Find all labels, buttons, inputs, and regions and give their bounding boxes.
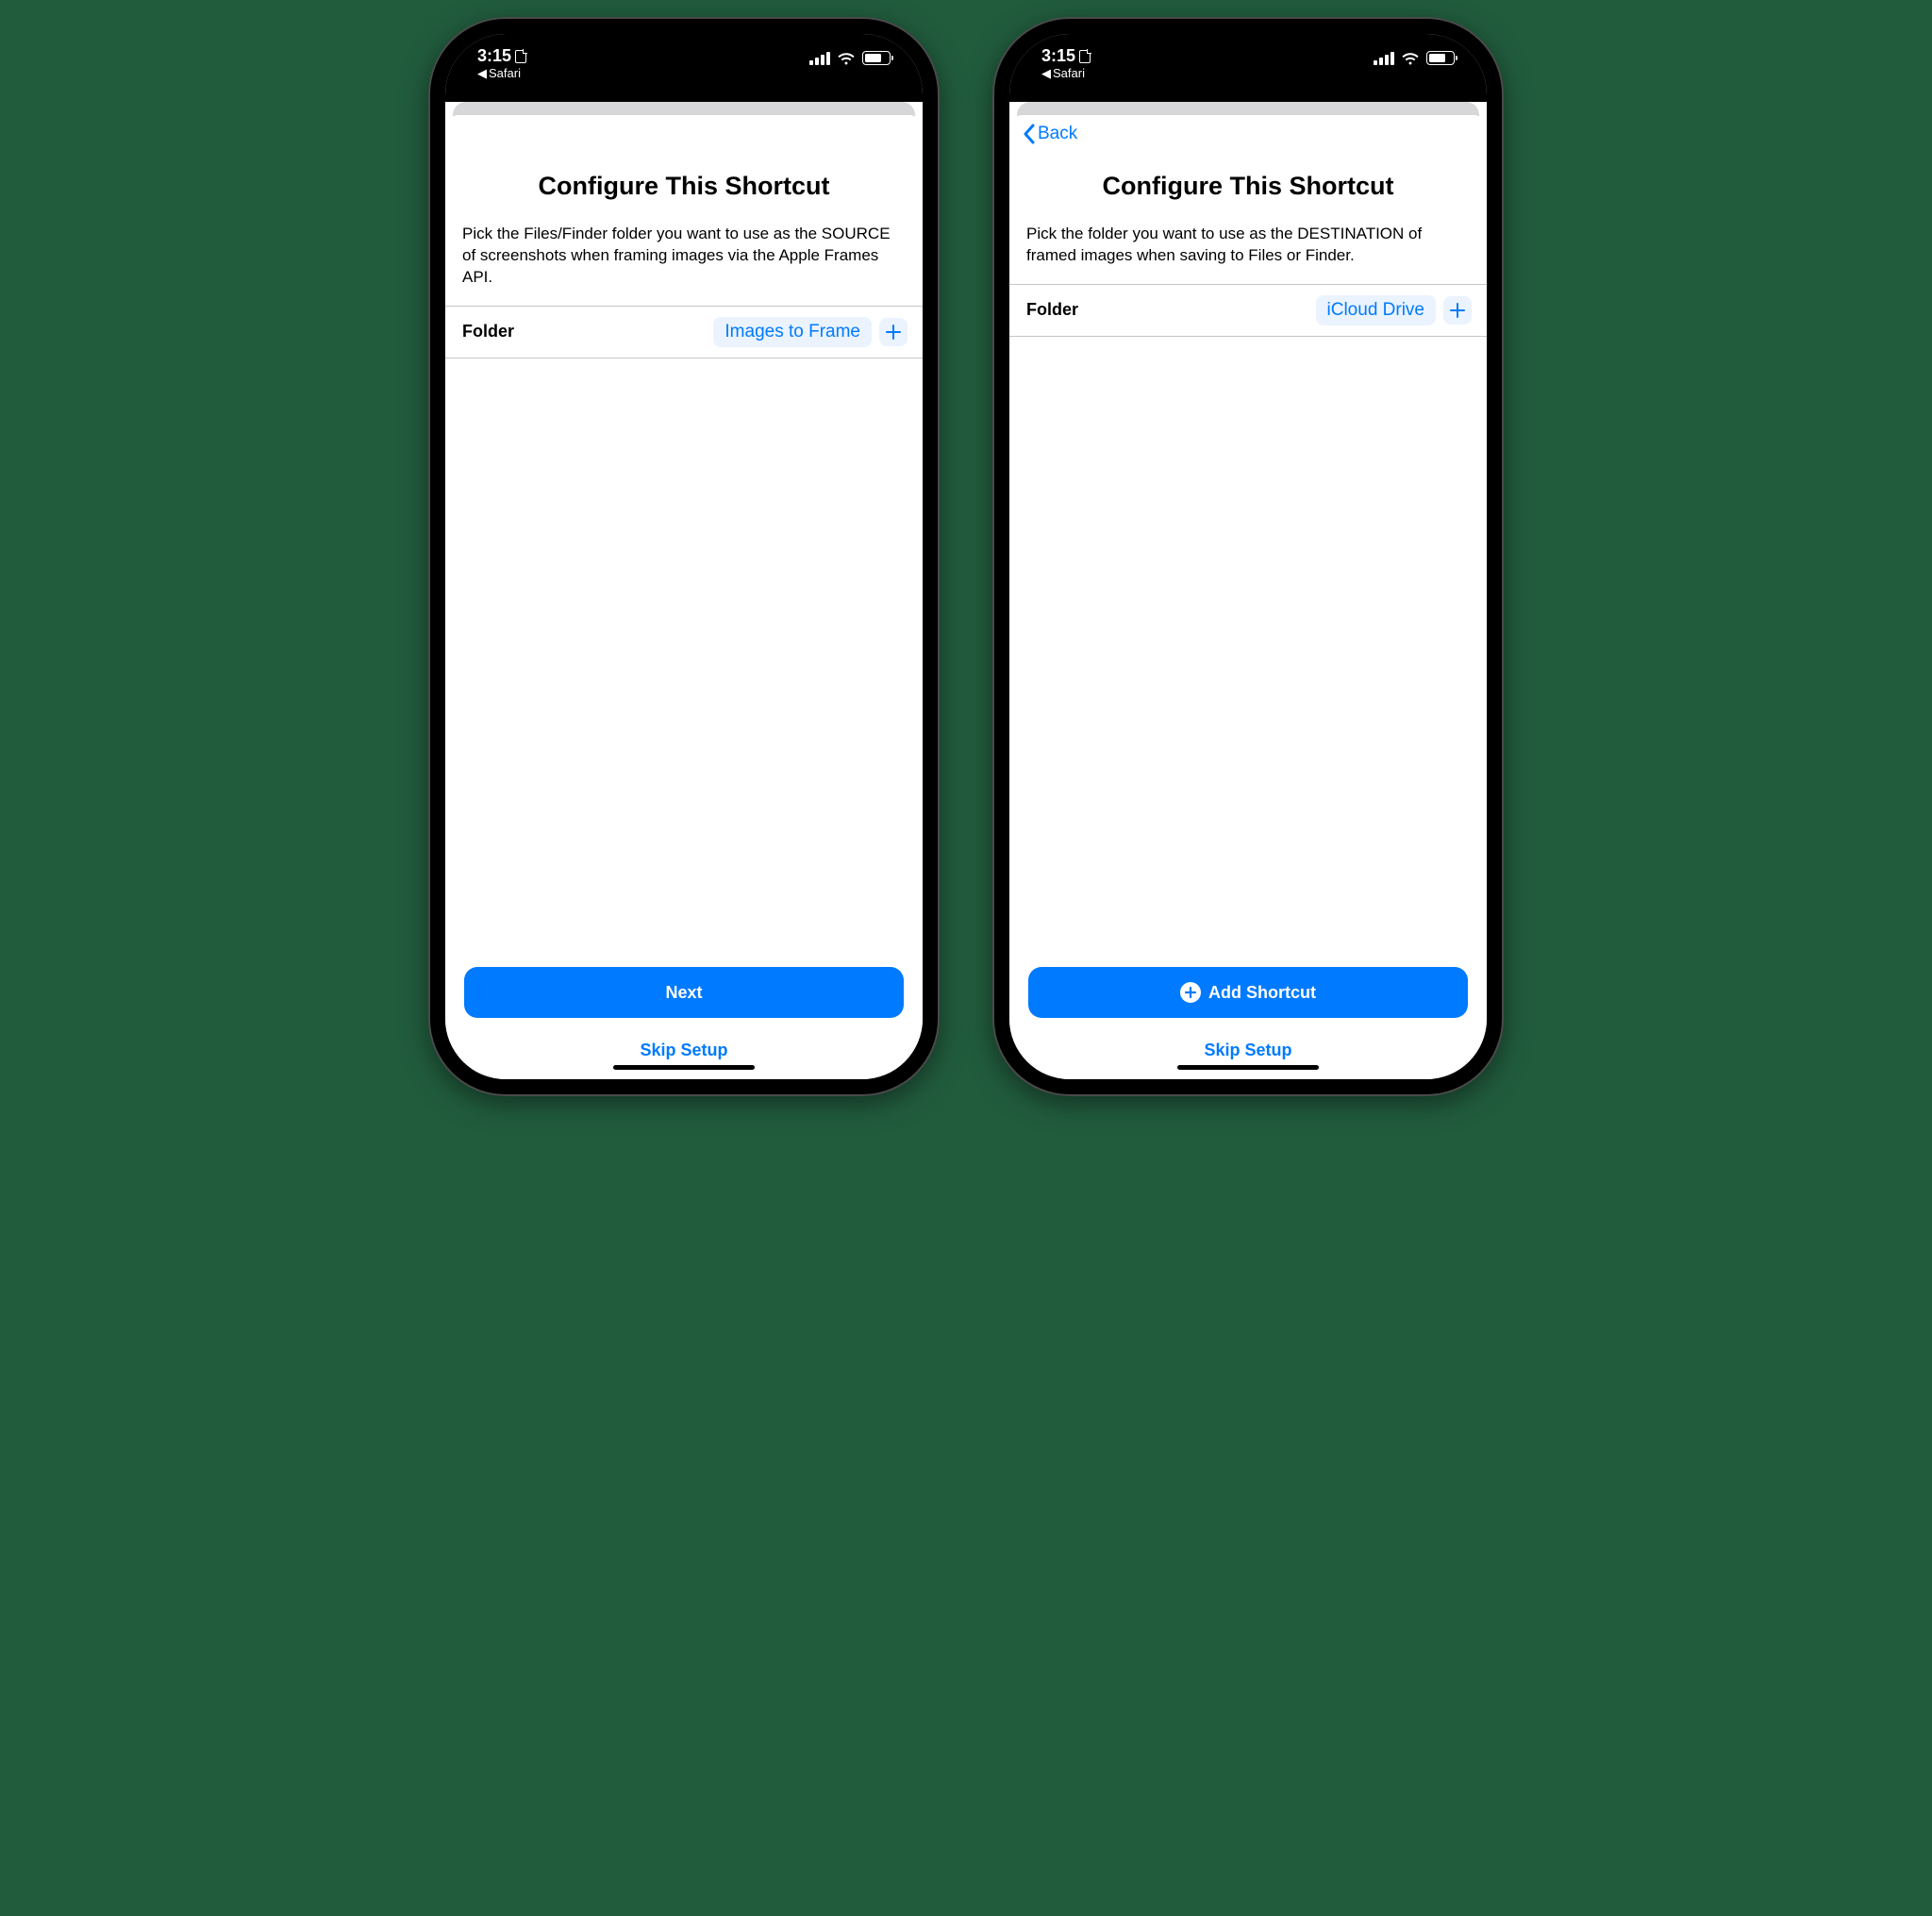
time-label: 3:15	[1041, 47, 1075, 66]
home-indicator[interactable]	[1177, 1065, 1319, 1070]
folder-row-label: Folder	[1026, 300, 1078, 320]
home-indicator[interactable]	[613, 1065, 755, 1070]
status-right	[809, 47, 891, 65]
status-time: 3:15	[1041, 47, 1091, 66]
breadcrumb-caret-icon: ◀	[477, 67, 487, 80]
add-shortcut-button-label: Add Shortcut	[1208, 983, 1316, 1003]
page-description: Pick the folder you want to use as the D…	[1009, 224, 1487, 284]
sim-icon	[515, 50, 526, 63]
next-button[interactable]: Next	[464, 967, 904, 1018]
folder-value-chip[interactable]: iCloud Drive	[1316, 295, 1436, 325]
status-time: 3:15	[477, 47, 526, 66]
status-left: 3:15 ◀ Safari	[1041, 47, 1091, 80]
sim-icon	[1079, 50, 1091, 63]
add-folder-button[interactable]	[1443, 296, 1472, 325]
config-sheet: Back Configure This Shortcut Pick the fo…	[1009, 115, 1487, 1079]
next-button-label: Next	[665, 983, 702, 1003]
plus-circle-icon	[1180, 982, 1201, 1003]
bottom-actions: Add Shortcut Skip Setup	[1009, 967, 1487, 1079]
screen: 3:15 ◀ Safari	[1009, 34, 1487, 1079]
config-sheet: Configure This Shortcut Pick the Files/F…	[445, 115, 923, 1079]
cellular-icon	[1374, 52, 1394, 65]
folder-value-chip[interactable]: Images to Frame	[713, 317, 872, 347]
breadcrumb-app-label: Safari	[489, 67, 521, 80]
phone-right: 3:15 ◀ Safari	[994, 19, 1502, 1094]
wifi-icon	[1401, 52, 1420, 65]
folder-row-label: Folder	[462, 322, 514, 342]
phone-left: 3:15 ◀ Safari	[430, 19, 938, 1094]
cellular-icon	[809, 52, 830, 65]
battery-icon	[1426, 51, 1455, 65]
dynamic-island	[618, 53, 750, 91]
folder-value-group: Images to Frame	[713, 317, 908, 347]
dynamic-island	[1182, 53, 1314, 91]
wifi-icon	[837, 52, 856, 65]
breadcrumb-app-label: Safari	[1053, 67, 1085, 80]
page-title: Configure This Shortcut	[445, 153, 923, 224]
plus-icon	[885, 324, 902, 341]
skip-setup-button[interactable]: Skip Setup	[1204, 1041, 1291, 1060]
add-shortcut-button[interactable]: Add Shortcut	[1028, 967, 1468, 1018]
chevron-left-icon	[1023, 124, 1036, 144]
nav-bar	[445, 115, 923, 153]
add-folder-button[interactable]	[879, 318, 908, 346]
plus-icon	[1449, 302, 1466, 319]
back-button-label: Back	[1038, 124, 1077, 144]
skip-setup-button[interactable]: Skip Setup	[640, 1041, 727, 1060]
status-right	[1374, 47, 1455, 65]
screen: 3:15 ◀ Safari	[445, 34, 923, 1079]
battery-icon	[862, 51, 891, 65]
folder-row: Folder iCloud Drive	[1009, 284, 1487, 337]
back-button[interactable]: Back	[1023, 124, 1077, 144]
page-title: Configure This Shortcut	[1009, 153, 1487, 224]
breadcrumb-caret-icon: ◀	[1041, 67, 1051, 80]
breadcrumb[interactable]: ◀ Safari	[477, 67, 521, 80]
breadcrumb[interactable]: ◀ Safari	[1041, 67, 1085, 80]
folder-row: Folder Images to Frame	[445, 306, 923, 358]
folder-value-group: iCloud Drive	[1316, 295, 1472, 325]
nav-bar: Back	[1009, 115, 1487, 153]
page-description: Pick the Files/Finder folder you want to…	[445, 224, 923, 306]
time-label: 3:15	[477, 47, 511, 66]
bottom-actions: Next Skip Setup	[445, 967, 923, 1079]
status-left: 3:15 ◀ Safari	[477, 47, 526, 80]
